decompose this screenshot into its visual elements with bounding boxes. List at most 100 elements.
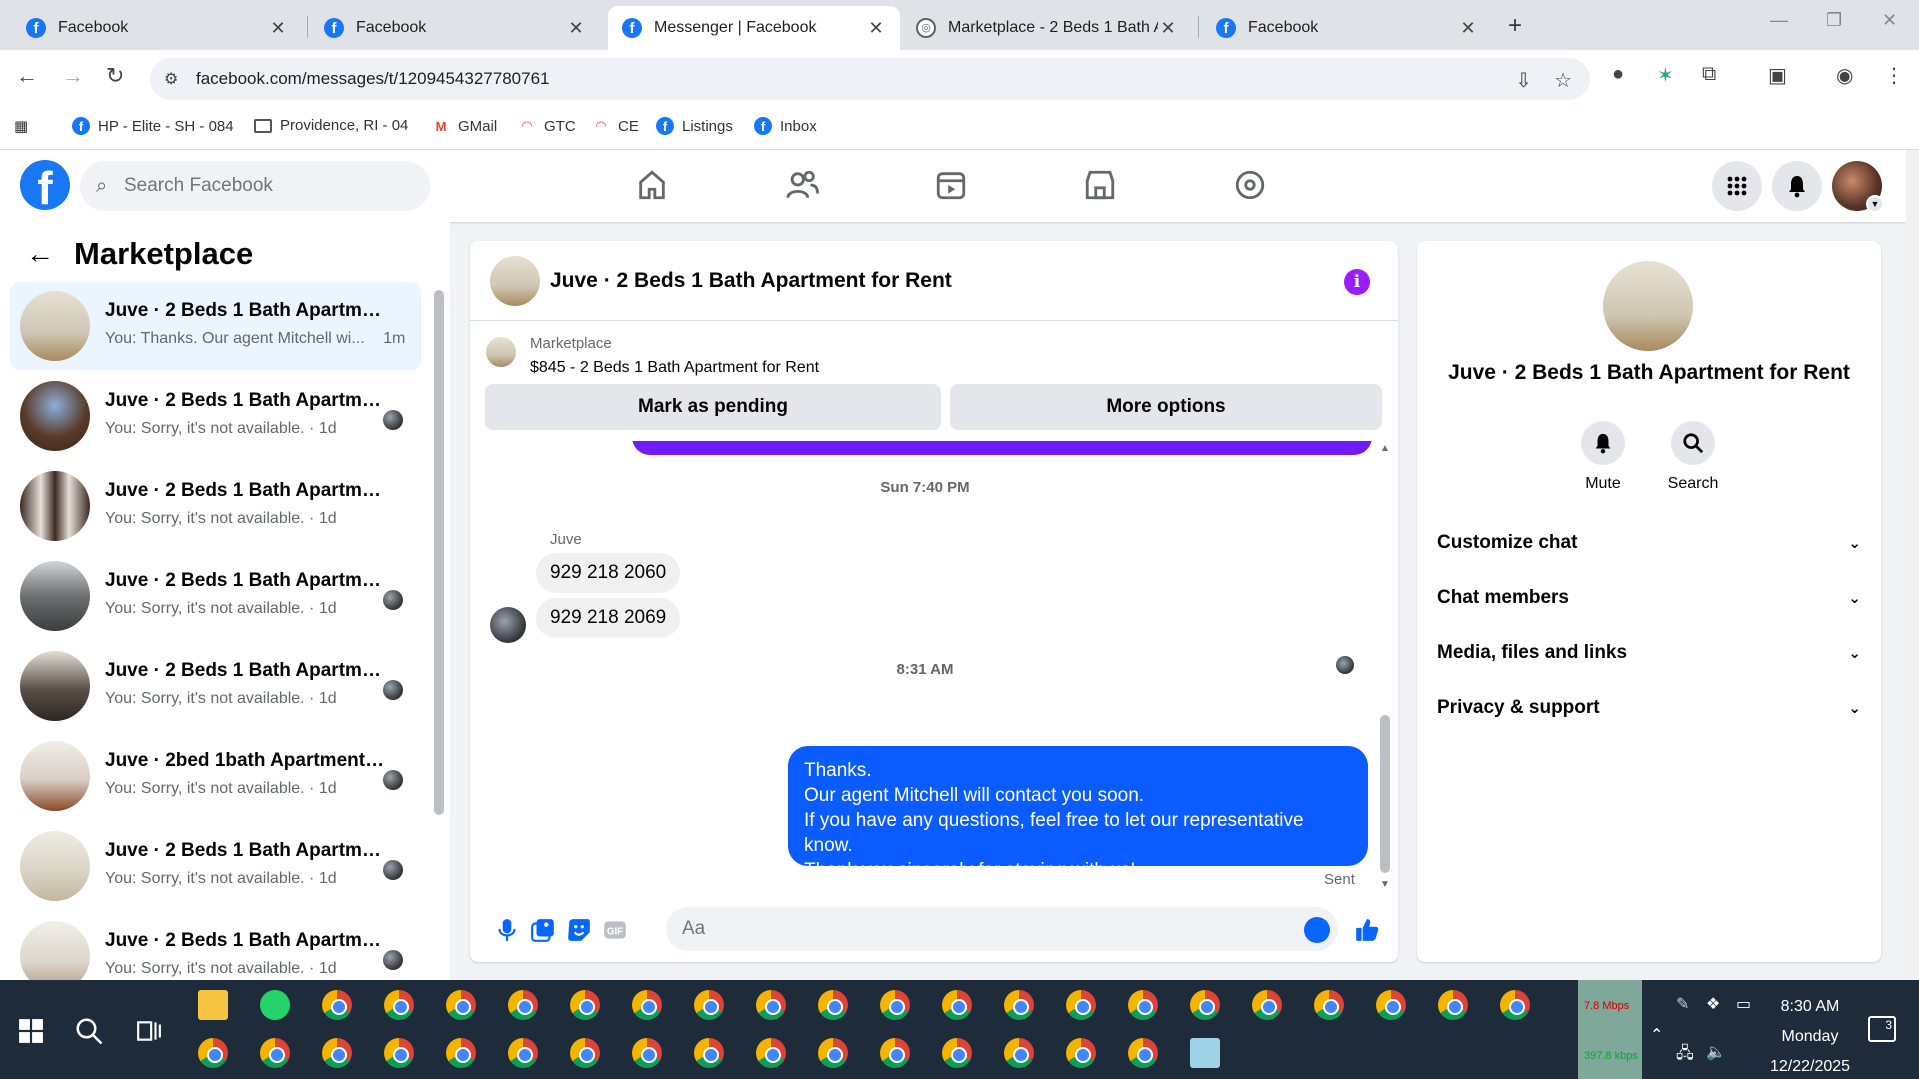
whatsapp-icon[interactable] (260, 990, 290, 1020)
customize-chat-row[interactable]: Customize chat ⌄ (1437, 523, 1861, 563)
conversation-item[interactable]: Juve · 2 Beds 1 Bath Apartment for Rent … (10, 372, 421, 460)
chrome-icon[interactable] (632, 1038, 662, 1068)
close-icon[interactable]: ✕ (866, 18, 886, 39)
chrome-icon[interactable] (1066, 1038, 1096, 1068)
chrome-icon[interactable] (880, 1038, 910, 1068)
battery-icon[interactable]: ▭ (1736, 994, 1751, 1014)
chrome-icon[interactable] (198, 1038, 228, 1068)
chrome-icon[interactable] (508, 1038, 538, 1068)
chrome-icon[interactable] (1004, 990, 1034, 1020)
conversation-item[interactable]: Juve · 2 Beds 1 Bath Apartment You: Sorr… (10, 552, 421, 640)
browser-tab[interactable]: f Facebook ✕ (12, 6, 302, 50)
search-conversation-button[interactable]: Search (1648, 421, 1738, 493)
back-arrow-icon[interactable]: ← (26, 238, 54, 270)
bookmark-item[interactable]: Providence, RI - 04 (254, 117, 408, 134)
chrome-icon[interactable] (384, 990, 414, 1020)
apps-grid-icon[interactable]: ▦ (14, 117, 28, 135)
chrome-icon[interactable] (260, 1038, 290, 1068)
chrome-icon[interactable] (1314, 990, 1344, 1020)
menu-grid-button[interactable] (1712, 161, 1762, 211)
conversation-item[interactable]: Juve · 2bed 1bath Apartment for Rent You… (10, 732, 421, 820)
info-icon[interactable]: i (1344, 269, 1370, 295)
conversation-item-selected[interactable]: Juve · 2 Beds 1 Bath Apartment for Rent … (10, 282, 421, 370)
reload-icon[interactable]: ↻ (106, 63, 124, 89)
dropbox-icon[interactable]: ❖ (1706, 994, 1720, 1014)
file-explorer-icon[interactable] (198, 990, 228, 1020)
restore-icon[interactable]: ❐ (1826, 10, 1842, 31)
system-clock[interactable]: 8:30 AM Monday 12/22/2025 (1760, 992, 1860, 1079)
back-arrow-icon[interactable]: ← (16, 63, 38, 89)
microphone-icon[interactable] (494, 917, 520, 943)
sticker-icon[interactable] (566, 917, 592, 943)
chrome-icon[interactable] (1252, 990, 1282, 1020)
photo-icon[interactable] (530, 917, 556, 943)
marketplace-store-icon[interactable] (1083, 168, 1117, 202)
bookmark-item[interactable]: f Inbox (754, 117, 817, 135)
new-tab-button[interactable]: + (1508, 12, 1522, 40)
listing-price[interactable]: $845 - 2 Beds 1 Bath Apartment for Rent (530, 359, 819, 377)
bookmark-item[interactable]: ◠ GTC (518, 117, 576, 135)
windows-start-icon[interactable] (18, 1018, 44, 1044)
chrome-icon[interactable] (508, 990, 538, 1020)
search-icon[interactable] (74, 1016, 104, 1046)
mark-pending-button[interactable]: Mark as pending (485, 384, 941, 430)
chrome-icon[interactable] (384, 1038, 414, 1068)
chrome-icon[interactable] (942, 1038, 972, 1068)
composer-field[interactable] (666, 907, 1338, 951)
window-close-icon[interactable]: ✕ (1882, 10, 1897, 31)
conversation-item[interactable]: Juve · 2 Beds 1 Bath Apartment You: Sorr… (10, 642, 421, 730)
volume-icon[interactable]: 🔈 (1706, 1042, 1726, 1062)
chrome-icon[interactable] (632, 990, 662, 1020)
bookmark-item[interactable]: f HP - Elite - SH - 084 (72, 117, 234, 135)
address-bar[interactable]: ⚙ facebook.com/messages/t/12094543277807… (150, 58, 1590, 100)
facebook-logo-icon[interactable]: f (20, 160, 70, 210)
bookmark-item[interactable]: ◠ CE (592, 117, 639, 135)
facebook-search[interactable]: ⌕ (80, 161, 430, 211)
chrome-icon[interactable] (322, 990, 352, 1020)
chrome-icon[interactable] (756, 990, 786, 1020)
chrome-icon[interactable] (322, 1038, 352, 1068)
browser-tab-active[interactable]: f Messenger | Facebook ✕ (608, 6, 900, 50)
chat-title[interactable]: Juve · 2 Beds 1 Bath Apartment for Rent (550, 269, 952, 293)
scroll-down-icon[interactable]: ▼ (1380, 879, 1390, 890)
network-icon[interactable]: 🖧 (1676, 1042, 1694, 1069)
chevron-up-icon[interactable]: ⌃ (1650, 1025, 1663, 1045)
cookie-extension-icon[interactable]: ● (1612, 63, 1624, 86)
chrome-icon[interactable] (694, 1038, 724, 1068)
mute-button[interactable]: Mute (1558, 421, 1648, 493)
chat-scrollbar[interactable]: ▲ ▼ (1380, 441, 1390, 893)
chrome-icon[interactable] (694, 990, 724, 1020)
conversation-item[interactable]: Juve · 2 Beds 1 Bath Apartment You: Sorr… (10, 462, 421, 550)
conversation-item[interactable]: Juve · 2 Beds 1 Bath Apartment for Rent … (10, 912, 421, 980)
notification-center-icon[interactable]: 3 (1868, 1016, 1896, 1042)
close-icon[interactable]: ✕ (566, 18, 586, 39)
puzzle-icon[interactable]: ⧉ (1702, 63, 1716, 86)
scrollbar-thumb[interactable] (1380, 715, 1390, 873)
url-text[interactable]: facebook.com/messages/t/1209454327780761 (196, 69, 549, 89)
chrome-icon[interactable] (818, 990, 848, 1020)
profile-avatar[interactable]: ▼ (1832, 161, 1884, 213)
profile-icon[interactable]: ◉ (1836, 63, 1853, 88)
minimize-icon[interactable]: — (1770, 10, 1788, 31)
emoji-icon[interactable] (1304, 917, 1330, 943)
chrome-icon[interactable] (880, 990, 910, 1020)
chat-avatar[interactable] (490, 256, 540, 306)
media-files-links-row[interactable]: Media, files and links ⌄ (1437, 633, 1861, 673)
chrome-icon[interactable] (1128, 990, 1158, 1020)
close-icon[interactable]: ✕ (1158, 18, 1178, 39)
chat-photo[interactable] (1603, 261, 1693, 351)
bookmark-item[interactable]: M GMail (432, 117, 498, 135)
extension-icon[interactable]: ✶ (1657, 63, 1674, 88)
friends-icon[interactable] (785, 168, 819, 202)
notifications-button[interactable] (1772, 161, 1822, 211)
close-icon[interactable]: ✕ (1458, 18, 1478, 39)
home-icon[interactable] (635, 168, 669, 202)
chrome-icon[interactable] (570, 1038, 600, 1068)
chrome-icon[interactable] (1500, 990, 1530, 1020)
search-input[interactable] (124, 161, 414, 211)
browser-tab[interactable]: ◎ Marketplace - 2 Beds 1 Bath Ap ✕ (902, 6, 1192, 50)
chrome-icon[interactable] (1190, 990, 1220, 1020)
gaming-icon[interactable] (1233, 168, 1267, 202)
chrome-icon[interactable] (818, 1038, 848, 1068)
task-view-icon[interactable] (136, 1018, 162, 1044)
